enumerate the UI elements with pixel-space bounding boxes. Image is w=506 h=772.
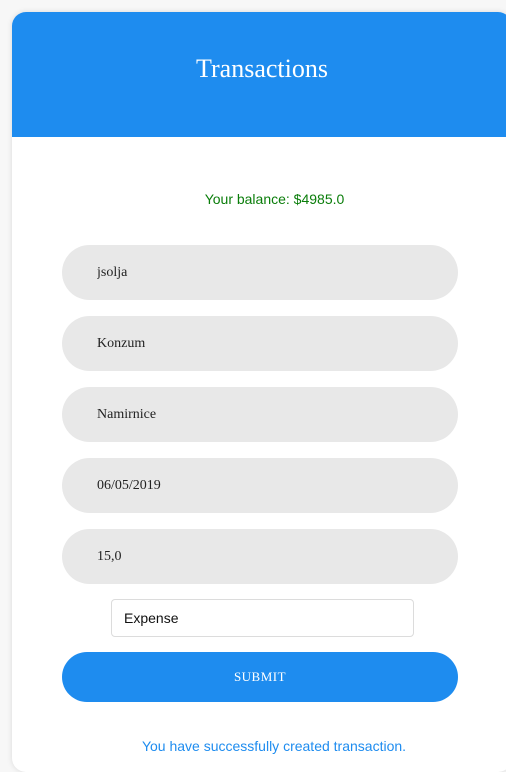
amount-field[interactable]	[62, 529, 458, 584]
balance-text: Your balance: $4985.0	[204, 191, 345, 207]
transaction-type-select[interactable]: Expense	[111, 599, 414, 637]
header-banner: Transactions	[12, 12, 506, 137]
transactions-card: Transactions Your balance: $4985.0 Expen…	[12, 12, 506, 772]
page-title: Transactions	[196, 53, 328, 83]
merchant-field[interactable]	[62, 316, 458, 371]
date-field[interactable]	[62, 458, 458, 513]
username-field[interactable]	[62, 245, 458, 300]
transaction-type-value: Expense	[124, 610, 179, 626]
category-field[interactable]	[62, 387, 458, 442]
submit-button[interactable]: SUBMIT	[62, 652, 458, 702]
success-message: You have successfully created transactio…	[141, 738, 407, 754]
